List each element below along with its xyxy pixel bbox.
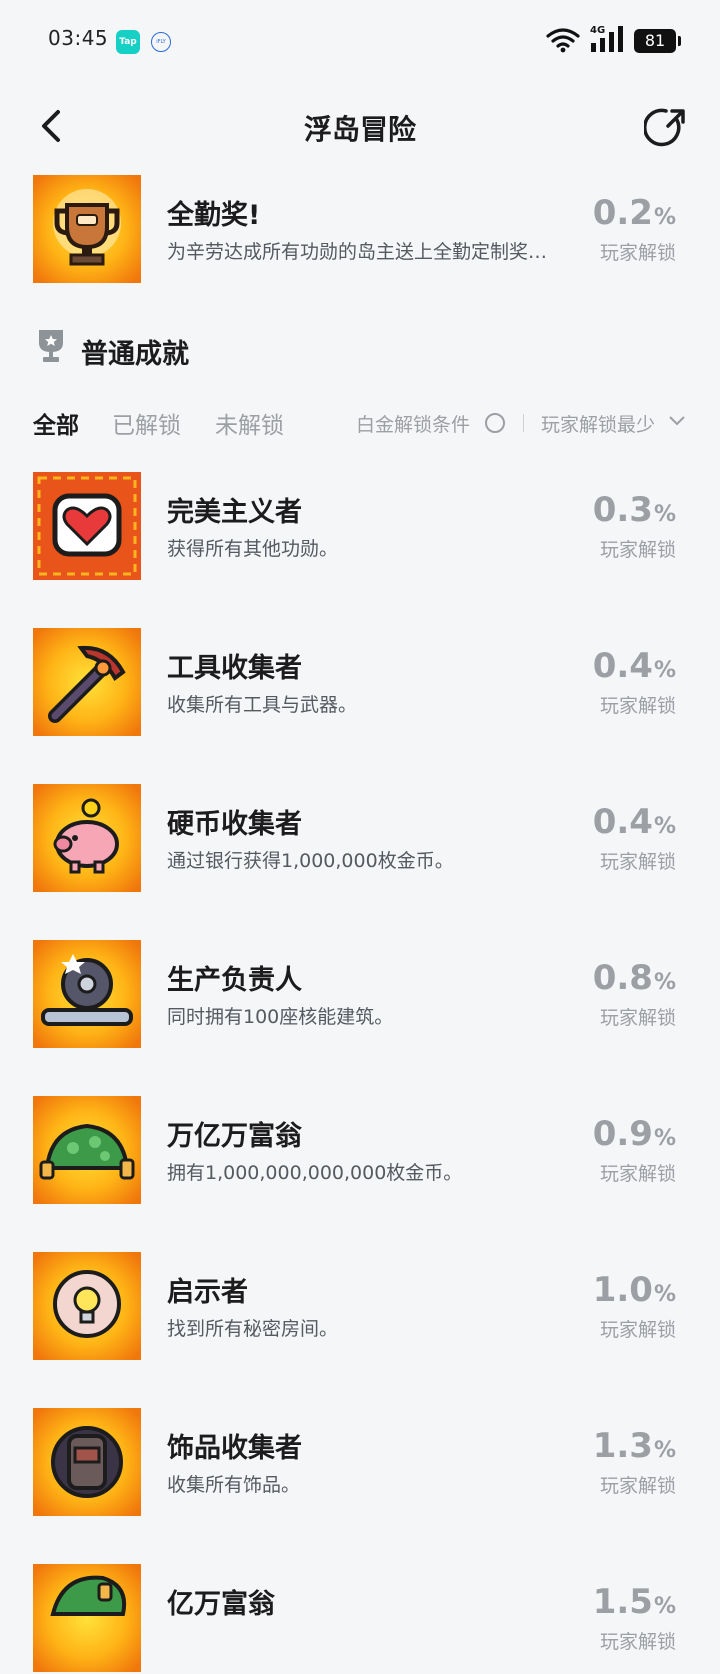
unlock-rate-unit: % [653, 1594, 676, 1619]
network-type: 4G [590, 25, 605, 36]
achievement-item[interactable]: 万亿万富翁 拥有1,000,000,000,000枚金币。 0.9% 玩家解锁 [0, 1096, 720, 1206]
achievement-item[interactable]: 工具收集者 收集所有工具与武器。 0.4% 玩家解锁 [0, 628, 720, 738]
pickaxe-icon [33, 628, 141, 736]
achievement-description: 为辛劳达成所有功勋的岛主送上全勤定制奖杯！ [167, 241, 562, 263]
filter-divider [523, 414, 524, 432]
unlock-rate-label: 玩家解锁 [599, 1631, 676, 1653]
unlock-rate-label: 玩家解锁 [599, 539, 676, 561]
section-title: 普通成就 [81, 339, 189, 370]
achievement-description: 找到所有秘密房间。 [167, 1318, 339, 1340]
status-time: 03:45 [48, 26, 109, 50]
tab-locked[interactable]: 未解锁 [215, 406, 284, 440]
achievement-item[interactable]: 亿万富翁 1.5% 玩家解锁 [0, 1564, 720, 1674]
achievement-description: 拥有1,000,000,000,000枚金币。 [167, 1162, 463, 1184]
platinum-condition-label[interactable]: 白金解锁条件 [356, 410, 470, 437]
achievement-item[interactable]: 完美主义者 获得所有其他功勋。 0.3% 玩家解锁 [0, 472, 720, 582]
unlock-rate-unit: % [653, 1282, 676, 1307]
platinum-condition-toggle[interactable] [485, 413, 505, 433]
achievement-description: 通过银行获得1,000,000枚金币。 [167, 850, 454, 872]
sort-dropdown[interactable]: 玩家解锁最少 [541, 410, 655, 437]
tab-unlocked[interactable]: 已解锁 [112, 406, 181, 440]
achievement-description: 收集所有工具与武器。 [167, 694, 358, 716]
money-pile-icon [33, 1096, 141, 1204]
unlock-rate-label: 玩家解锁 [599, 695, 676, 717]
unlock-rate: 1.0% [593, 1270, 676, 1310]
unlock-rate-label: 玩家解锁 [599, 1007, 676, 1029]
trophy-cup-icon [39, 330, 63, 362]
unlock-rate: 1.5% [593, 1582, 676, 1622]
signal-icon: 4G [590, 25, 623, 52]
unlock-rate-unit: % [653, 658, 676, 683]
ifly-app-icon: iFLY [151, 32, 171, 52]
unlock-rate-value: 0.3 [592, 490, 653, 530]
unlock-rate-value: 1.0 [592, 1270, 653, 1310]
unlock-rate-unit: % [653, 1438, 676, 1463]
unlock-rate-label: 玩家解锁 [599, 1319, 676, 1341]
unlock-rate-unit: % [653, 205, 676, 230]
unlock-rate: 0.9% [593, 1114, 676, 1154]
tap-app-icon: Tap [116, 30, 140, 54]
unlock-rate-value: 0.2 [592, 193, 653, 233]
achievement-description: 收集所有饰品。 [167, 1474, 301, 1496]
achievement-name: 生产负责人 [167, 965, 302, 996]
unlock-rate-label: 玩家解锁 [599, 242, 676, 264]
achievement-name: 亿万富翁 [167, 1589, 275, 1620]
unlock-rate: 0.4% [593, 802, 676, 842]
unlock-rate-value: 0.4 [592, 646, 653, 686]
trophy-badge-icon [33, 175, 141, 283]
unlock-rate-value: 0.9 [592, 1114, 653, 1154]
money-pile-icon [33, 1564, 141, 1672]
unlock-rate: 0.8% [593, 958, 676, 998]
unlock-rate-unit: % [653, 970, 676, 995]
unlock-rate: 0.4% [593, 646, 676, 686]
share-icon[interactable] [644, 106, 688, 150]
tab-all[interactable]: 全部 [33, 406, 79, 440]
achievement-name: 完美主义者 [167, 497, 302, 528]
achievement-name: 全勤奖! [167, 200, 261, 231]
achievement-item[interactable]: 硬币收集者 通过银行获得1,000,000枚金币。 0.4% 玩家解锁 [0, 784, 720, 894]
achievement-description: 同时拥有100座核能建筑。 [167, 1006, 394, 1028]
gear-wrench-icon [33, 940, 141, 1048]
achievement-name: 启示者 [167, 1277, 248, 1308]
unlock-rate: 0.3% [593, 490, 676, 530]
unlock-rate-value: 0.8 [592, 958, 653, 998]
unlock-rate-label: 玩家解锁 [599, 851, 676, 873]
achievement-name: 饰品收集者 [167, 1433, 302, 1464]
piggy-bank-icon [33, 784, 141, 892]
unlock-rate-label: 玩家解锁 [599, 1475, 676, 1497]
unlock-rate: 1.3% [593, 1426, 676, 1466]
heart-icon [33, 472, 141, 580]
filter-bar: 全部 已解锁 未解锁 白金解锁条件 玩家解锁最少 [0, 402, 720, 442]
lightbulb-icon [33, 1252, 141, 1360]
achievement-description: 获得所有其他功勋。 [167, 538, 339, 560]
unlock-rate-unit: % [653, 502, 676, 527]
backpack-icon [33, 1408, 141, 1516]
status-bar: 03:45 Tap iFLY 4G 81 [0, 0, 720, 82]
achievement-name: 硬币收集者 [167, 809, 302, 840]
achievement-item[interactable]: 启示者 找到所有秘密房间。 1.0% 玩家解锁 [0, 1252, 720, 1362]
achievement-item[interactable]: 饰品收集者 收集所有饰品。 1.3% 玩家解锁 [0, 1408, 720, 1518]
unlock-rate-unit: % [653, 1126, 676, 1151]
chevron-down-icon[interactable] [668, 414, 686, 428]
unlock-rate-value: 1.5 [592, 1582, 653, 1622]
unlock-rate-unit: % [653, 814, 676, 839]
page-title: 浮岛冒险 [303, 113, 416, 146]
achievement-item[interactable]: 生产负责人 同时拥有100座核能建筑。 0.8% 玩家解锁 [0, 940, 720, 1050]
wifi-icon [546, 28, 580, 53]
achievement-name: 工具收集者 [167, 653, 302, 684]
achievement-name: 万亿万富翁 [167, 1121, 302, 1152]
app-header: 浮岛冒险 [0, 82, 720, 172]
featured-achievement[interactable]: 全勤奖! 为辛劳达成所有功勋的岛主送上全勤定制奖杯！ 0.2% 玩家解锁 [0, 175, 720, 285]
unlock-rate-value: 0.4 [592, 802, 653, 842]
unlock-rate-label: 玩家解锁 [599, 1163, 676, 1185]
battery-indicator: 81 [634, 29, 681, 53]
unlock-rate-value: 1.3 [592, 1426, 653, 1466]
unlock-rate: 0.2% [593, 193, 676, 233]
